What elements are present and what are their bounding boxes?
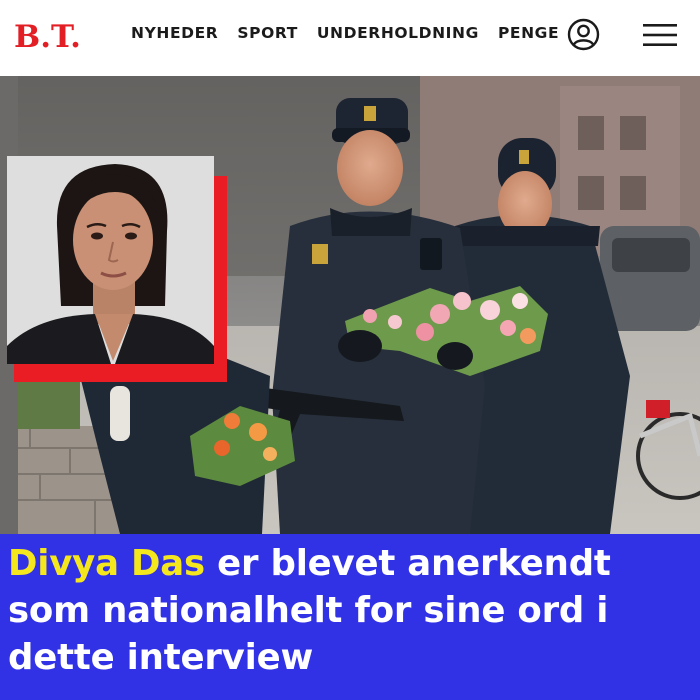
inset-portrait[interactable] — [7, 156, 214, 364]
headline-highlight-name: Divya Das — [8, 543, 205, 584]
woman-portrait-photo — [7, 156, 214, 364]
bt-logo[interactable]: B.T. — [14, 20, 110, 50]
article-headline[interactable]: Divya Das er blevet anerkendt som nation… — [8, 540, 700, 681]
site-header: B.T. NYHEDER SPORT UNDERHOLDNING PENGE — [0, 0, 700, 76]
svg-text:B.T.: B.T. — [14, 20, 81, 50]
user-circle-icon[interactable] — [567, 18, 600, 51]
main-nav: NYHEDER SPORT UNDERHOLDNING PENGE — [131, 24, 559, 42]
nav-item-sport[interactable]: SPORT — [237, 24, 298, 42]
hamburger-menu-icon[interactable] — [643, 22, 677, 48]
nav-item-underholdning[interactable]: UNDERHOLDNING — [317, 24, 479, 42]
nav-item-nyheder[interactable]: NYHEDER — [131, 24, 218, 42]
nav-item-penge[interactable]: PENGE — [498, 24, 559, 42]
